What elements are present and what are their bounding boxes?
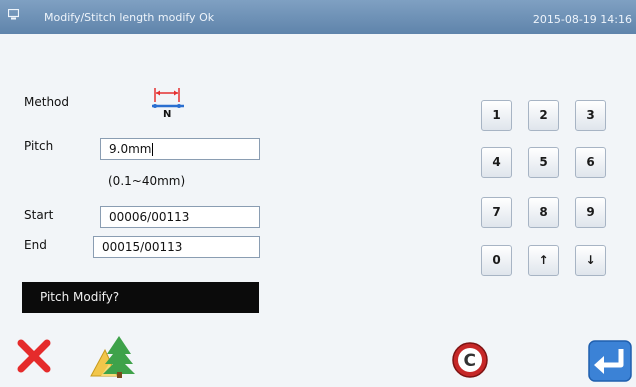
prompt-bar: Pitch Modify? [22, 282, 259, 313]
monitor-icon [8, 9, 19, 20]
stitch-length-icon[interactable]: N [150, 84, 186, 118]
datetime: 2015-08-19 14:16 [532, 13, 632, 26]
method-label: Method [24, 95, 70, 109]
key-5[interactable]: 5 [528, 147, 559, 178]
pitch-range: (0.1~40mm) [108, 174, 186, 188]
key-9[interactable]: 9 [575, 197, 606, 228]
key-4[interactable]: 4 [481, 147, 512, 178]
start-label: Start [24, 208, 54, 222]
text-caret [152, 143, 154, 156]
pitch-value: 9.0mm [109, 142, 152, 156]
end-field[interactable]: 00015/00113 [93, 236, 260, 258]
window-title: Modify/Stitch length modify Ok [44, 11, 215, 24]
tree-icon[interactable] [87, 332, 135, 380]
title-bar: Modify/Stitch length modify Ok 2015-08-1… [0, 0, 636, 34]
pitch-label: Pitch [24, 139, 54, 153]
key-3[interactable]: 3 [575, 100, 606, 131]
key-0[interactable]: 0 [481, 245, 512, 276]
key-2[interactable]: 2 [528, 100, 559, 131]
enter-icon[interactable] [588, 340, 632, 382]
pitch-input[interactable]: 9.0mm [100, 138, 260, 160]
key-1[interactable]: 1 [481, 100, 512, 131]
key-up[interactable]: ↑ [528, 245, 559, 276]
key-8[interactable]: 8 [528, 197, 559, 228]
end-value: 00015/00113 [102, 240, 183, 254]
method-icon-letter: N [163, 109, 171, 118]
start-field[interactable]: 00006/00113 [100, 206, 260, 228]
key-down[interactable]: ↓ [575, 245, 606, 276]
close-icon[interactable] [14, 336, 54, 376]
end-label: End [24, 238, 47, 252]
key-6[interactable]: 6 [575, 147, 606, 178]
clear-icon[interactable]: C [450, 340, 490, 380]
prompt-text: Pitch Modify? [40, 290, 120, 304]
key-7[interactable]: 7 [481, 197, 512, 228]
clear-letter: C [464, 351, 476, 371]
start-value: 00006/00113 [109, 210, 190, 224]
